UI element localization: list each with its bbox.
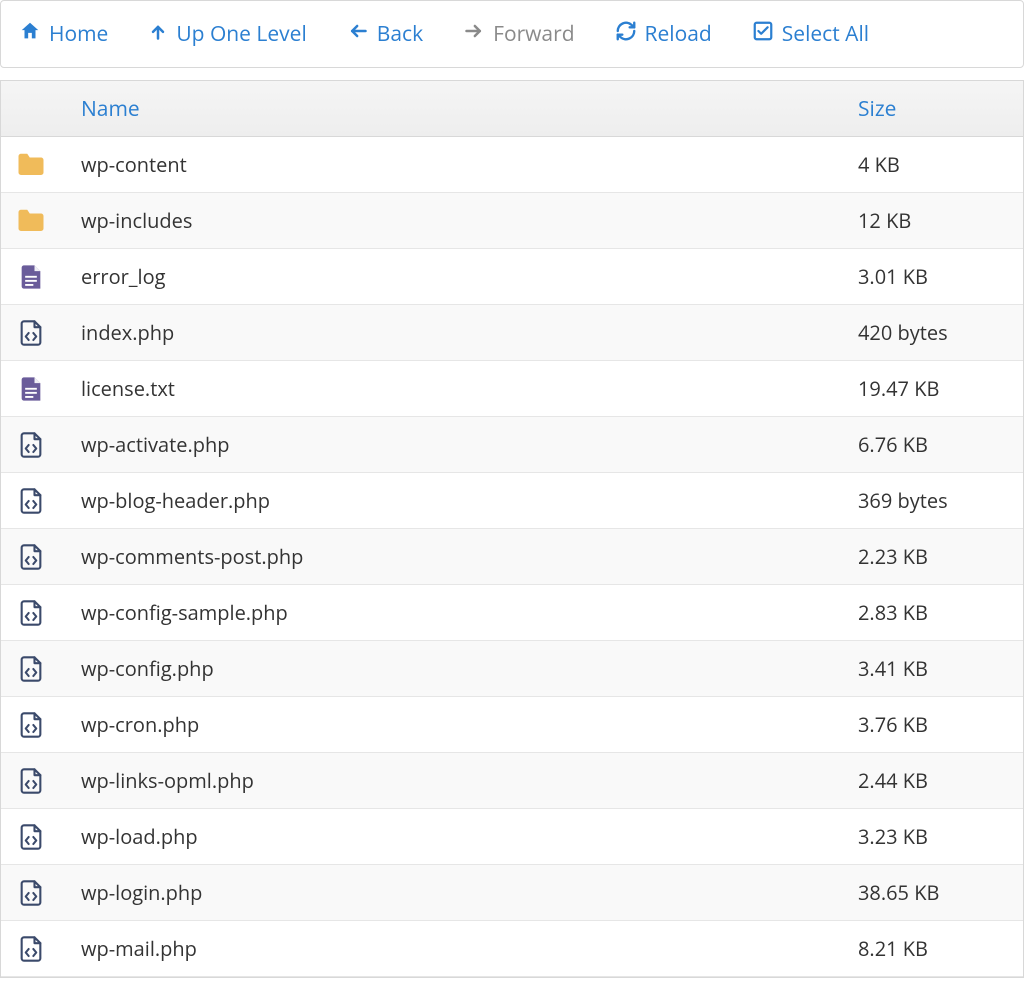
file-name: index.php	[61, 319, 848, 346]
reload-label: Reload	[645, 20, 712, 48]
select-all-icon	[752, 20, 774, 49]
file-row[interactable]: wp-activate.php 6.76 KB	[1, 417, 1023, 473]
column-headers: Name Size	[1, 81, 1023, 137]
doc-icon	[1, 263, 61, 291]
file-size: 3.76 KB	[848, 711, 1023, 738]
code-icon	[1, 319, 61, 347]
file-row[interactable]: wp-mail.php 8.21 KB	[1, 921, 1023, 977]
code-icon	[1, 879, 61, 907]
file-size: 2.23 KB	[848, 543, 1023, 570]
file-row[interactable]: index.php 420 bytes	[1, 305, 1023, 361]
file-size: 2.44 KB	[848, 767, 1023, 794]
file-name: wp-links-opml.php	[61, 767, 848, 794]
file-name: wp-comments-post.php	[61, 543, 848, 570]
file-size: 3.41 KB	[848, 655, 1023, 682]
code-icon	[1, 655, 61, 683]
file-row[interactable]: wp-cron.php 3.76 KB	[1, 697, 1023, 753]
column-header-size[interactable]: Size	[848, 95, 1023, 123]
file-name: wp-blog-header.php	[61, 487, 848, 514]
file-row[interactable]: wp-config.php 3.41 KB	[1, 641, 1023, 697]
forward-button: Forward	[463, 20, 574, 48]
code-icon	[1, 823, 61, 851]
reload-icon	[615, 20, 637, 49]
file-row[interactable]: wp-includes 12 KB	[1, 193, 1023, 249]
file-name: wp-cron.php	[61, 711, 848, 738]
column-header-name[interactable]: Name	[61, 95, 848, 123]
file-name: license.txt	[61, 375, 848, 402]
file-name: wp-includes	[61, 207, 848, 234]
file-name: wp-activate.php	[61, 431, 848, 458]
home-button[interactable]: Home	[19, 20, 108, 49]
file-size: 2.83 KB	[848, 599, 1023, 626]
back-arrow-icon	[347, 20, 369, 48]
file-name: wp-login.php	[61, 879, 848, 906]
file-row[interactable]: wp-load.php 3.23 KB	[1, 809, 1023, 865]
up-one-level-label: Up One Level	[176, 20, 306, 48]
back-label: Back	[377, 20, 423, 48]
select-all-button[interactable]: Select All	[752, 20, 869, 49]
file-size: 420 bytes	[848, 319, 1023, 346]
file-row[interactable]: wp-content 4 KB	[1, 137, 1023, 193]
code-icon	[1, 599, 61, 627]
reload-button[interactable]: Reload	[615, 20, 712, 49]
file-name: wp-mail.php	[61, 935, 848, 962]
file-row[interactable]: license.txt 19.47 KB	[1, 361, 1023, 417]
up-arrow-icon	[148, 20, 168, 49]
file-row[interactable]: wp-login.php 38.65 KB	[1, 865, 1023, 921]
code-icon	[1, 431, 61, 459]
file-name: error_log	[61, 263, 848, 290]
file-size: 19.47 KB	[848, 375, 1023, 402]
back-button[interactable]: Back	[347, 20, 423, 48]
code-icon	[1, 543, 61, 571]
file-size: 369 bytes	[848, 487, 1023, 514]
code-icon	[1, 767, 61, 795]
home-label: Home	[49, 20, 108, 48]
file-rows: wp-content 4 KB wp-includes 12 KB error_…	[1, 137, 1023, 977]
home-icon	[19, 20, 41, 49]
code-icon	[1, 711, 61, 739]
select-all-label: Select All	[782, 20, 869, 48]
file-row[interactable]: wp-config-sample.php 2.83 KB	[1, 585, 1023, 641]
toolbar: Home Up One Level Back Forward Reload	[0, 0, 1024, 68]
file-name: wp-config-sample.php	[61, 599, 848, 626]
file-row[interactable]: wp-comments-post.php 2.23 KB	[1, 529, 1023, 585]
code-icon	[1, 935, 61, 963]
code-icon	[1, 487, 61, 515]
file-name: wp-content	[61, 151, 848, 178]
file-size: 8.21 KB	[848, 935, 1023, 962]
up-one-level-button[interactable]: Up One Level	[148, 20, 306, 49]
file-name: wp-config.php	[61, 655, 848, 682]
file-row[interactable]: error_log 3.01 KB	[1, 249, 1023, 305]
file-size: 3.23 KB	[848, 823, 1023, 850]
folder-icon	[1, 152, 61, 178]
file-size: 3.01 KB	[848, 263, 1023, 290]
file-name: wp-load.php	[61, 823, 848, 850]
file-size: 4 KB	[848, 151, 1023, 178]
doc-icon	[1, 375, 61, 403]
forward-arrow-icon	[463, 20, 485, 48]
file-size: 6.76 KB	[848, 431, 1023, 458]
file-size: 38.65 KB	[848, 879, 1023, 906]
folder-icon	[1, 208, 61, 234]
file-table: Name Size wp-content 4 KB wp-includes 12…	[0, 80, 1024, 978]
file-row[interactable]: wp-links-opml.php 2.44 KB	[1, 753, 1023, 809]
forward-label: Forward	[493, 20, 574, 48]
file-size: 12 KB	[848, 207, 1023, 234]
file-row[interactable]: wp-blog-header.php 369 bytes	[1, 473, 1023, 529]
